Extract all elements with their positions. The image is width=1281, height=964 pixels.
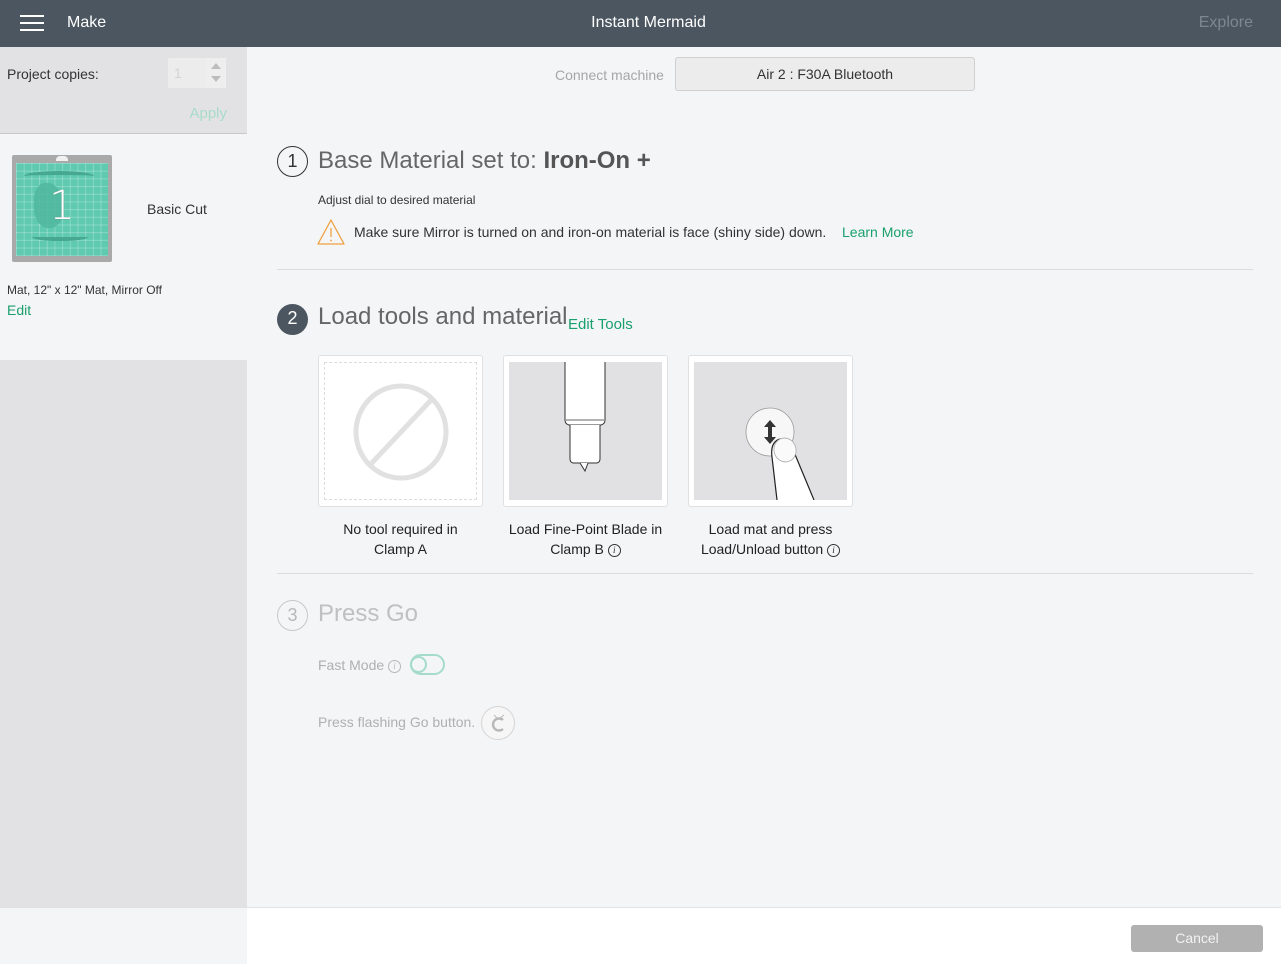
mirror-warning-text: Make sure Mirror is turned on and iron-o…	[354, 224, 827, 240]
mat-list-item[interactable]: 1 Basic Cut Mat, 12" x 12" Mat, Mirror O…	[0, 135, 247, 360]
tool-card-image	[324, 362, 477, 500]
design-text-arc-top	[24, 171, 94, 181]
mat-thumbnail[interactable]: 1	[12, 155, 112, 262]
tool-card-label: No tool required in Clamp A	[318, 519, 483, 559]
tool-card-load-mat	[688, 355, 853, 507]
sidebar-footer	[0, 908, 247, 964]
mat-number: 1	[49, 183, 75, 229]
section-divider	[277, 573, 1253, 574]
tool-card-line1: Load mat and press	[708, 521, 833, 537]
footer-bar: Cancel	[247, 907, 1281, 964]
tool-card-line2-wrap: Clamp B i	[503, 539, 668, 559]
tool-card-image	[694, 362, 847, 501]
connect-machine-label: Connect machine	[555, 67, 664, 83]
tool-card-line1: No tool required in	[343, 521, 458, 537]
learn-more-link[interactable]: Learn More	[842, 224, 914, 240]
project-copies-value[interactable]: 1	[174, 65, 182, 81]
section-divider	[277, 269, 1253, 270]
sidebar-empty-area	[0, 360, 247, 908]
tool-card-clamp-b	[503, 355, 668, 507]
press-go-text: Press flashing Go button.	[318, 714, 476, 730]
mat-info: Mat, 12" x 12" Mat, Mirror Off	[7, 283, 163, 297]
fine-point-blade-icon	[564, 362, 606, 473]
tool-card-line2: Load/Unload button	[700, 541, 824, 557]
step-2-title: Load tools and material	[318, 303, 568, 330]
step-1-title: Base Material set to: Iron-On +	[318, 147, 651, 175]
mat-edit-link[interactable]: Edit	[7, 302, 31, 318]
step-1-badge: 1	[277, 146, 308, 177]
increment-arrow-icon[interactable]	[211, 63, 221, 69]
step-1-title-prefix: Base Material set to:	[318, 147, 544, 174]
info-icon[interactable]: i	[607, 543, 621, 557]
info-icon[interactable]: i	[827, 543, 841, 557]
step-3-title: Press Go	[318, 600, 419, 627]
tool-card-label: Load Fine-Point Blade in Clamp B i	[503, 519, 668, 559]
tool-card-line2-wrap: Load/Unload button i	[688, 539, 853, 559]
load-unload-button-icon	[745, 407, 815, 501]
cancel-button[interactable]: Cancel	[1131, 925, 1263, 952]
tool-card-clamp-a	[318, 355, 483, 507]
toggle-knob	[410, 656, 427, 673]
fast-mode-label-wrap: Fast Mode i	[318, 657, 402, 673]
mat-cut-type: Basic Cut	[147, 201, 207, 217]
tool-card-label: Load mat and press Load/Unload button i	[688, 519, 853, 559]
project-copies-label: Project copies:	[7, 66, 99, 82]
project-copies-stepper[interactable]: 1	[168, 58, 226, 88]
info-icon[interactable]: i	[388, 659, 402, 673]
step-3-badge: 3	[277, 600, 308, 631]
explore-link[interactable]: Explore	[1199, 14, 1253, 32]
tool-card-line2: Clamp B	[550, 541, 604, 557]
edit-tools-link[interactable]: Edit Tools	[568, 316, 633, 333]
tool-card-image	[509, 362, 662, 500]
fast-mode-label: Fast Mode	[318, 657, 385, 673]
no-tool-icon	[353, 383, 449, 481]
adjust-dial-text: Adjust dial to desired material	[318, 193, 476, 207]
design-text-arc-bottom	[32, 233, 88, 241]
project-title: Instant Mermaid	[591, 14, 706, 31]
go-button[interactable]	[481, 706, 515, 740]
fast-mode-toggle[interactable]	[410, 654, 445, 675]
step-2-badge: 2	[277, 304, 308, 335]
connect-machine-button[interactable]: Air 2 : F30A Bluetooth	[675, 57, 975, 91]
main-panel: Connect machine Air 2 : F30A Bluetooth 1…	[247, 47, 1281, 908]
stepper-spinner	[206, 58, 226, 88]
cricut-go-icon	[491, 714, 505, 732]
decrement-arrow-icon[interactable]	[211, 76, 221, 82]
warning-triangle-icon	[317, 219, 345, 245]
tool-card-line1: Load Fine-Point Blade in	[508, 521, 663, 537]
base-material-value: Iron-On +	[543, 147, 651, 174]
apply-button[interactable]: Apply	[189, 105, 227, 122]
top-bar: Make Instant Mermaid Explore	[0, 0, 1281, 47]
project-copies-panel: Project copies: 1 Apply	[0, 47, 247, 134]
tool-card-line2: Clamp A	[374, 541, 427, 557]
mat-handle	[56, 156, 68, 161]
